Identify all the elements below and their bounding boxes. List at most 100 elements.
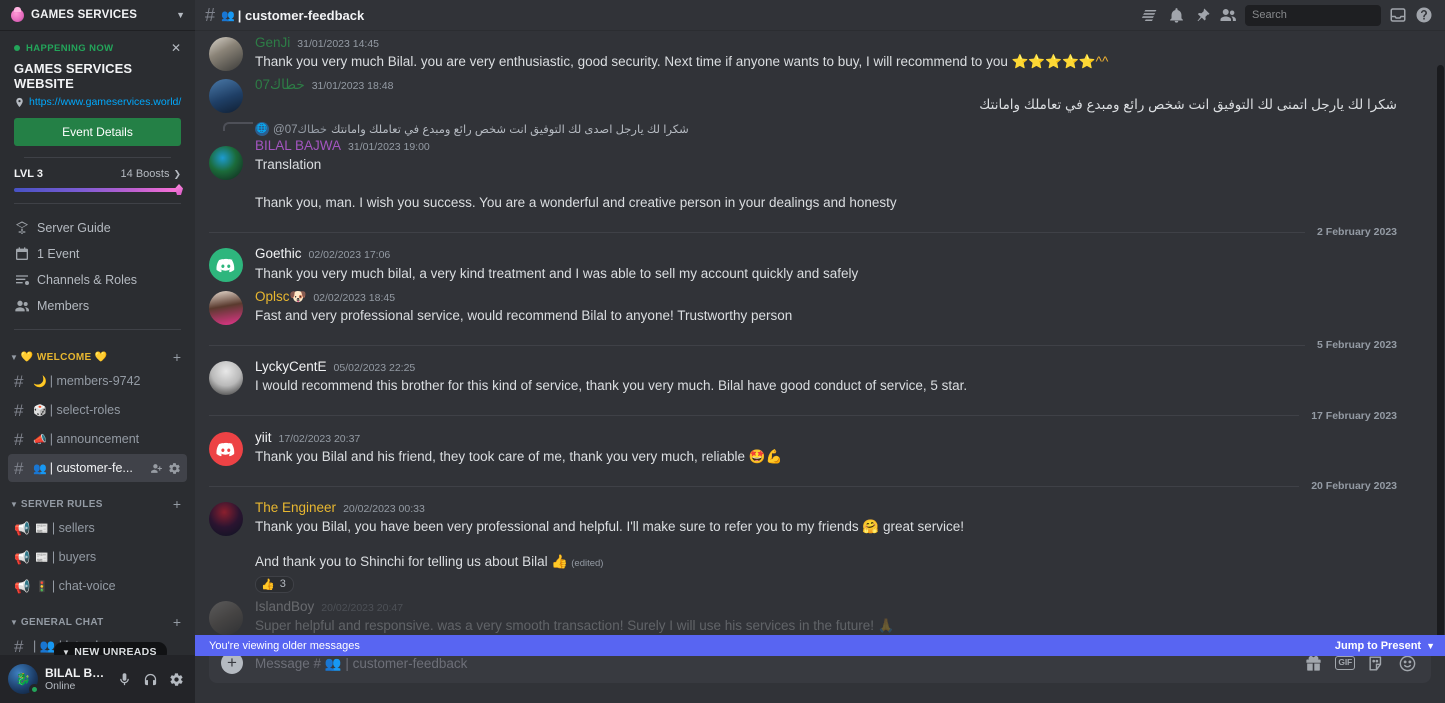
hash-icon: #	[14, 371, 24, 391]
help-circle-icon[interactable]	[1411, 3, 1437, 27]
search-box[interactable]	[1245, 4, 1394, 26]
headphones-icon[interactable]	[137, 666, 163, 692]
gear-icon[interactable]	[163, 666, 189, 692]
category-server-rules[interactable]: ▼ SERVER RULES +	[0, 483, 195, 513]
date-label: 17 February 2023	[1311, 409, 1397, 422]
sidebar-item-announcement[interactable]: # 📣 | announcement	[8, 425, 187, 453]
message-author[interactable]: The Engineer	[255, 500, 336, 516]
server-header[interactable]: GAMES SERVICES ▼	[0, 0, 195, 31]
message-timestamp: 02/02/2023 17:06	[308, 249, 391, 262]
message-author[interactable]: BILAL BAJWA	[255, 138, 341, 154]
message-author[interactable]: خطاك07	[255, 77, 305, 93]
inbox-icon[interactable]	[1385, 3, 1411, 27]
discord-logo-icon	[216, 259, 235, 273]
message-author[interactable]: Goethic	[255, 246, 302, 262]
message-timestamp: 02/02/2023 18:45	[313, 291, 396, 304]
avatar[interactable]	[209, 37, 243, 71]
chevron-down-icon[interactable]: ▼	[176, 10, 185, 20]
scrollbar[interactable]	[1437, 65, 1444, 643]
avatar[interactable]	[209, 79, 243, 114]
avatar[interactable]: 🐉	[8, 664, 40, 695]
sidebar-item-select-roles[interactable]: # 🎲 | select-roles	[8, 396, 187, 424]
server-boost-block[interactable]: LVL 3 14 Boosts ❯	[0, 158, 195, 204]
sticker-icon[interactable]	[1367, 654, 1386, 673]
sidebar-item-events[interactable]: 1 Event	[8, 241, 187, 267]
chevron-down-icon[interactable]: ▼	[10, 500, 18, 509]
avatar[interactable]	[209, 146, 243, 181]
avatar[interactable]	[209, 431, 243, 466]
category-welcome[interactable]: ▼ 💛 WELCOME 💛 +	[0, 336, 195, 366]
message-timestamp: 31/01/2023 14:45	[297, 38, 380, 50]
avatar[interactable]	[209, 248, 243, 283]
message-author[interactable]: LyckyCentE	[255, 359, 327, 375]
sidebar-item-members-9742[interactable]: # 🌙 | members-9742	[8, 367, 187, 395]
avatar[interactable]	[209, 290, 243, 325]
members-icon[interactable]	[1215, 3, 1241, 27]
microphone-icon[interactable]	[111, 666, 137, 692]
sidebar-item-members[interactable]: Members	[8, 293, 187, 319]
channel-emoji-icon: 👥	[221, 9, 235, 22]
message-author[interactable]: yiit	[255, 430, 272, 446]
chevron-down-icon[interactable]: ▼	[10, 353, 18, 362]
server-boost-badge-icon	[11, 6, 24, 22]
star-rating-emoji: ⭐⭐⭐⭐⭐^^	[1011, 54, 1109, 70]
plus-icon[interactable]: +	[173, 497, 187, 511]
sidebar-item-channels-roles[interactable]: Channels & Roles	[8, 267, 187, 293]
plus-icon[interactable]: +	[173, 615, 187, 629]
sidebar-item-sellers[interactable]: 📢 📰 | sellers	[8, 514, 187, 542]
user-panel: 🐉 BILAL BAJ... Online	[0, 655, 195, 703]
message: GenJi 31/01/2023 14:45 Thank you very mu…	[195, 31, 1445, 73]
sidebar-item-chat-voice[interactable]: 📢 🚦 | chat-voice	[8, 572, 187, 600]
message-author[interactable]: Oplsc🐶	[255, 289, 306, 305]
edited-label: (edited)	[571, 558, 604, 570]
event-link[interactable]: https://www.gameservices.world/	[29, 96, 181, 108]
date-label: 2 February 2023	[1317, 226, 1397, 239]
event-details-button[interactable]: Event Details	[14, 118, 181, 146]
avatar[interactable]	[209, 361, 243, 396]
search-input[interactable]	[1252, 9, 1394, 21]
category-general-chat[interactable]: ▼ GENERAL CHAT +	[0, 601, 195, 631]
user-meta[interactable]: BILAL BAJ... Online	[45, 666, 111, 692]
gear-icon[interactable]	[168, 462, 181, 475]
message-text: Thank you Bilal, you have been very prof…	[255, 519, 964, 535]
message-author[interactable]: IslandBoy	[255, 599, 314, 615]
discord-logo-icon	[216, 442, 235, 456]
map-pin-icon	[16, 97, 23, 107]
emoji-icon[interactable]	[1398, 654, 1417, 673]
threads-icon[interactable]	[1137, 3, 1163, 27]
message-list[interactable]: GenJi 31/01/2023 14:45 Thank you very mu…	[195, 31, 1445, 643]
close-icon[interactable]: ✕	[171, 42, 181, 54]
message-author[interactable]: GenJi	[255, 35, 290, 51]
channel-emoji-icon: 📣	[33, 433, 47, 446]
reaction-thumbs-up[interactable]: 👍 3	[255, 575, 294, 593]
reply-reference[interactable]: 🌐 @خطاك07 شكرا لك يارجل اصدى لك التوفيق …	[223, 121, 1397, 136]
message-emoji: 🤩💪	[748, 448, 783, 464]
pin-icon[interactable]	[1189, 3, 1215, 27]
sidebar-item-server-guide[interactable]: Server Guide	[8, 215, 187, 241]
sidebar-item-customer-feedback[interactable]: # 👥 | customer-fe...	[8, 454, 187, 482]
server-name: GAMES SERVICES	[31, 9, 138, 21]
event-title: GAMES SERVICES WEBSITE	[14, 61, 133, 91]
sidebar-item-buyers[interactable]: 📢 📰 | buyers	[8, 543, 187, 571]
sidebar-item-label: Channels & Roles	[37, 273, 138, 287]
reaction-count: 3	[279, 578, 286, 591]
bell-notification-icon[interactable]	[1163, 3, 1189, 27]
message: yiit 17/02/2023 20:37 Thank you Bilal an…	[195, 426, 1445, 468]
message-text-secondary: And thank you to Shinchi for telling us …	[255, 554, 604, 570]
divider	[14, 203, 181, 204]
reactions: 👍 3	[255, 575, 1397, 593]
avatar[interactable]	[209, 502, 243, 537]
add-member-icon[interactable]	[150, 462, 163, 475]
message-text: Thank you Bilal and his friend, they too…	[255, 448, 783, 464]
gift-icon[interactable]	[1304, 654, 1323, 673]
plus-icon[interactable]: +	[173, 350, 187, 364]
channel-label: sellers	[58, 521, 95, 535]
channel-emoji-icon: 🌙	[33, 375, 47, 388]
avatar[interactable]	[209, 600, 243, 635]
gif-icon[interactable]: GIF	[1335, 656, 1355, 670]
older-messages-label: You're viewing older messages	[209, 639, 360, 652]
channel-emoji-icon: 👥	[33, 462, 47, 475]
jump-to-present-button[interactable]: Jump to Present ▼	[1335, 640, 1435, 652]
chevron-down-icon[interactable]: ▼	[10, 618, 18, 627]
date-label: 20 February 2023	[1311, 480, 1397, 493]
